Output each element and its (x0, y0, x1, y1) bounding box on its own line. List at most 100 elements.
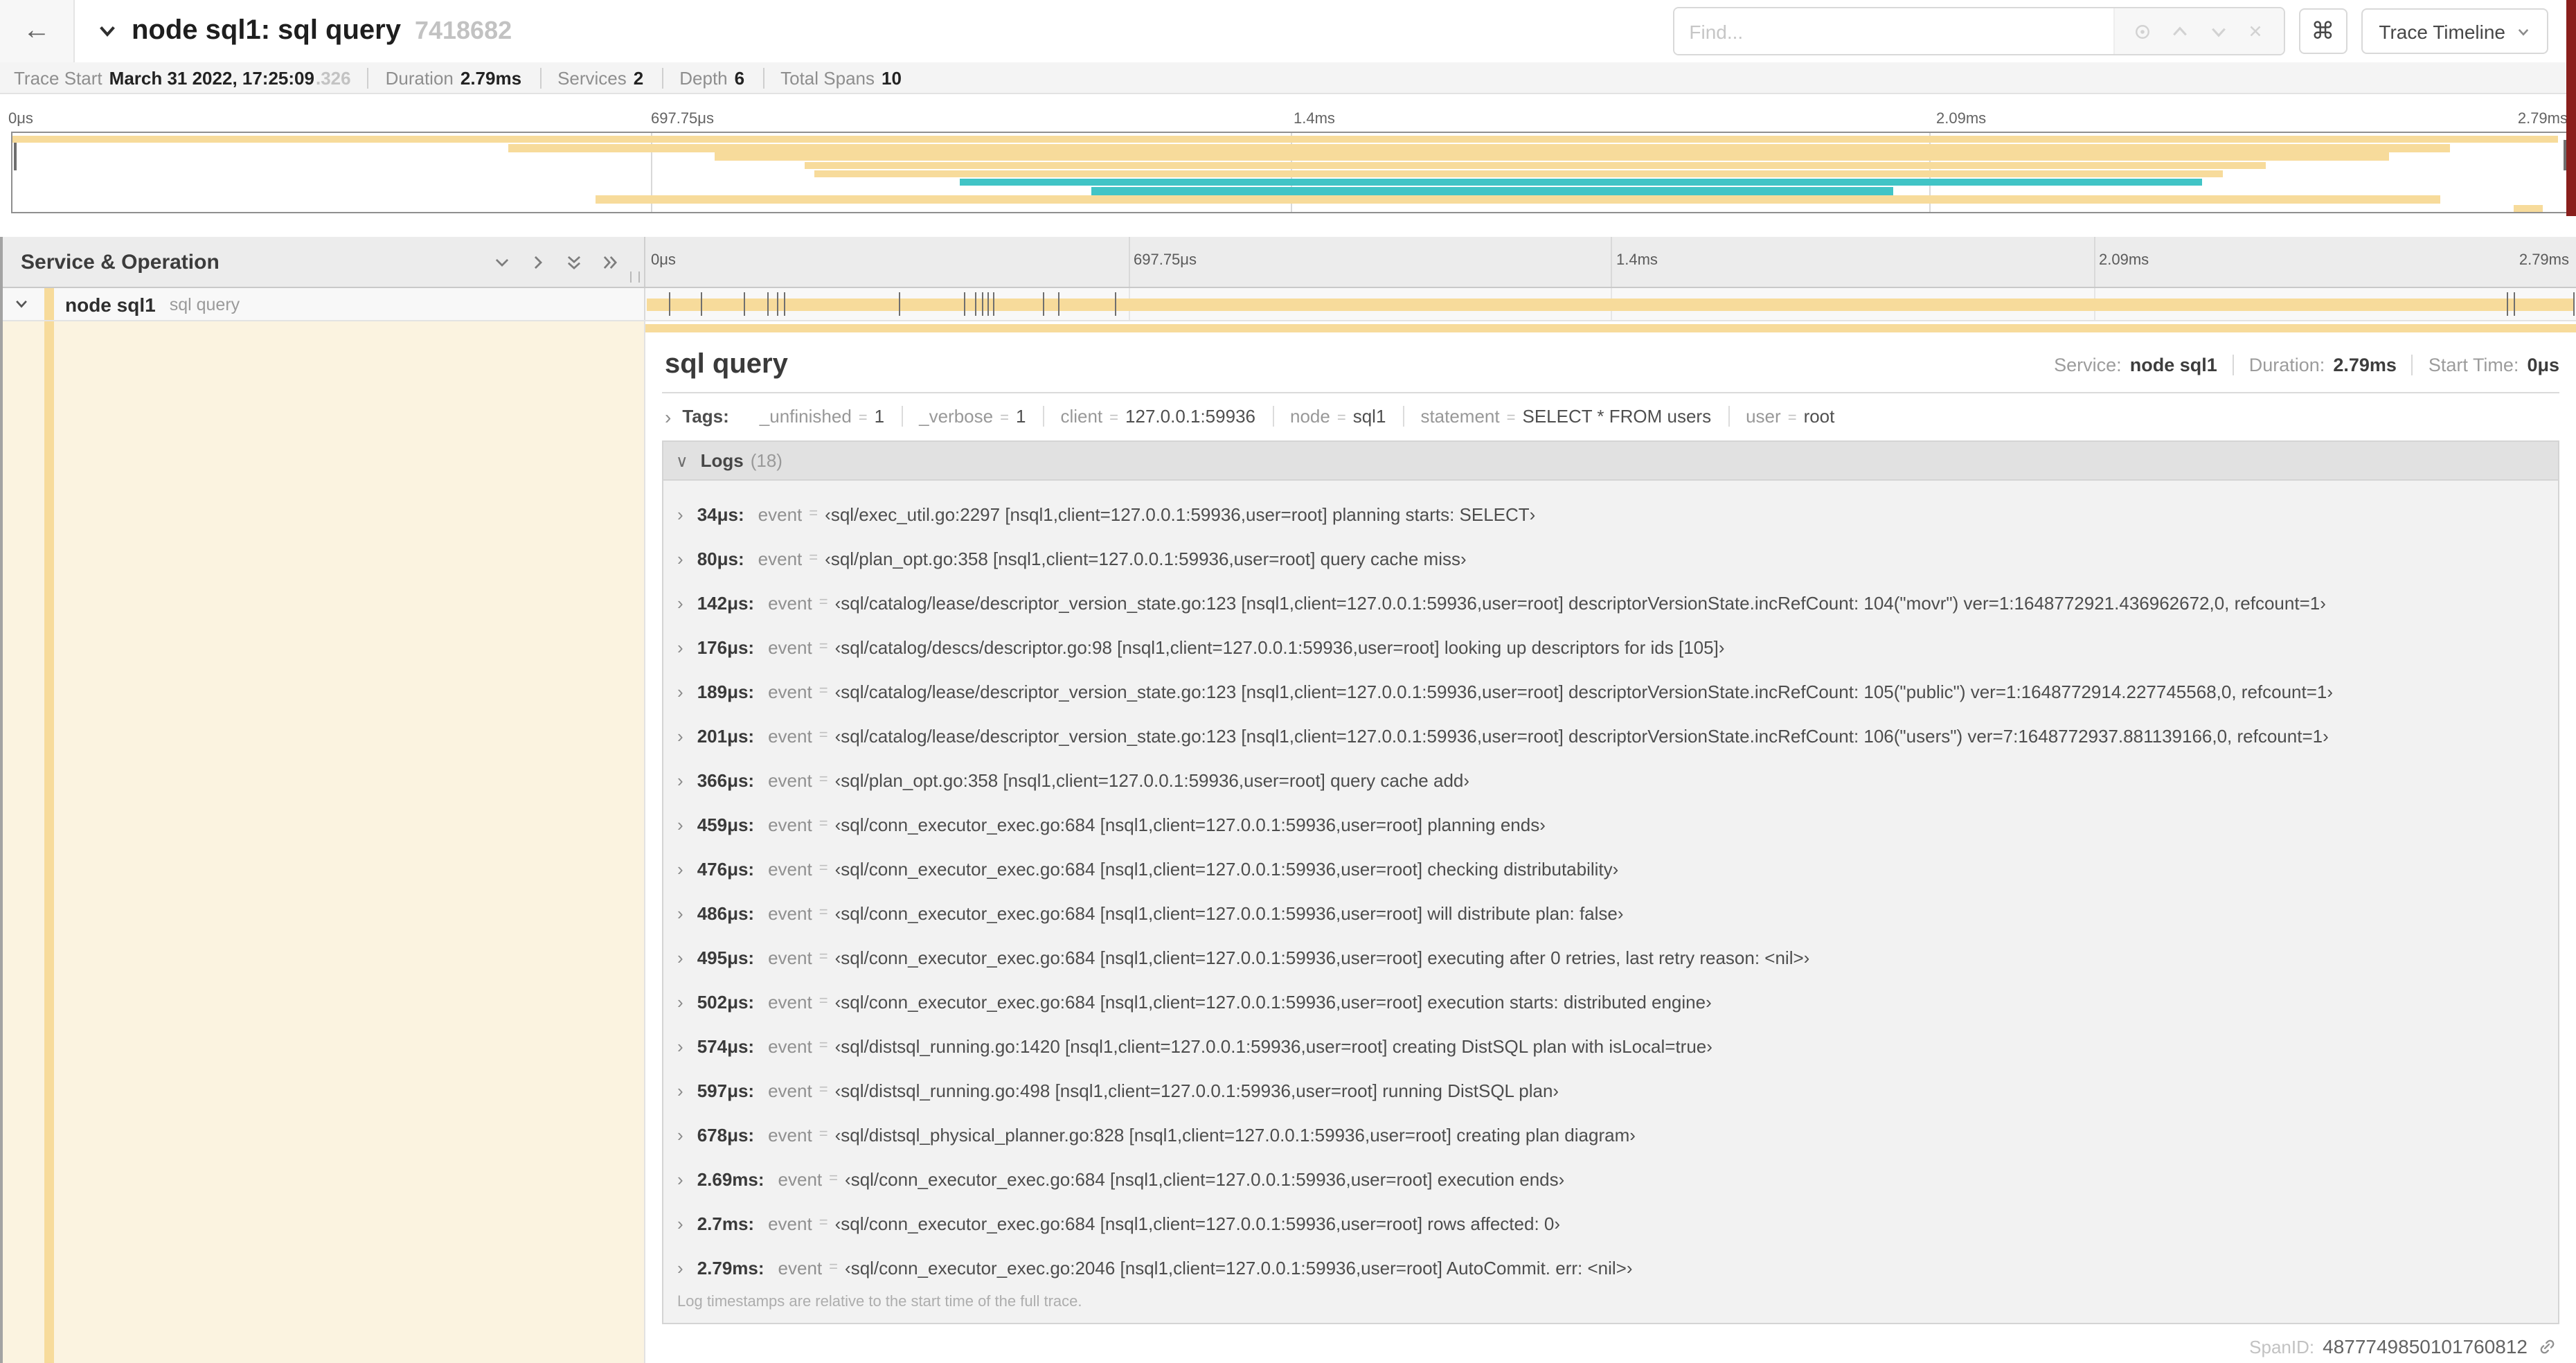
log-entry[interactable]: › 34μs: event = ‹sql/exec_util.go:2297 [… (663, 492, 2558, 536)
find-input[interactable] (1674, 8, 2113, 54)
log-marker-tick (1058, 292, 1060, 316)
log-entry[interactable]: › 142μs: event = ‹sql/catalog/lease/desc… (663, 580, 2558, 625)
minimap-scrubber-left[interactable] (14, 140, 17, 170)
log-entry[interactable]: › 678μs: event = ‹sql/distsql_physical_p… (663, 1112, 2558, 1157)
log-timestamp: 2.69ms: (697, 1168, 764, 1189)
span-collapse-chevron-icon[interactable] (14, 296, 29, 312)
log-timestamp: 495μs: (697, 947, 755, 968)
span-row-name-column[interactable]: node sql1 sql query (3, 288, 645, 320)
locate-icon[interactable] (2133, 21, 2152, 41)
log-entry[interactable]: › 201μs: event = ‹sql/catalog/lease/desc… (663, 713, 2558, 758)
log-field-value: ‹sql/plan_opt.go:358 [nsql1,client=127.0… (834, 769, 1470, 790)
log-timestamp: 34μs: (697, 504, 744, 524)
minimap-span-bar (595, 195, 2440, 204)
log-entry[interactable]: › 80μs: event = ‹sql/plan_opt.go:358 [ns… (663, 536, 2558, 580)
log-equals: = (829, 1259, 839, 1276)
span-row[interactable]: node sql1 sql query (3, 288, 2576, 321)
log-expand-chevron-icon: › (677, 725, 683, 746)
log-field-value: ‹sql/conn_executor_exec.go:684 [nsql1,cl… (834, 814, 1546, 835)
scrollbar-thumb[interactable] (2566, 0, 2576, 216)
summary-label: Depth (679, 67, 728, 88)
span-stat-label: Duration: (2248, 355, 2325, 375)
log-expand-chevron-icon: › (677, 592, 683, 613)
log-field-value: ‹sql/catalog/lease/descriptor_version_st… (834, 681, 2334, 702)
minimap-span-bar (814, 170, 2223, 178)
logs-header[interactable]: ∨ Logs (18) (663, 442, 2558, 481)
log-expand-chevron-icon: › (677, 1080, 683, 1101)
prev-result-icon[interactable] (2171, 21, 2190, 41)
tag-equals: = (1787, 410, 1797, 427)
tags-accordion[interactable]: › Tags: _unfinished = 1 _verbose = 1 cli… (662, 393, 2559, 436)
span-id-label: SpanID: (2249, 1336, 2315, 1357)
log-field-key: event (758, 548, 803, 569)
collapse-trace-chevron-icon[interactable] (97, 21, 118, 42)
log-entry[interactable]: › 502μs: event = ‹sql/conn_executor_exec… (663, 979, 2558, 1024)
top-bar: ← node sql1: sql query 7418682 Find... ⌘… (0, 0, 2576, 64)
log-field-key: event (768, 1035, 812, 1056)
span-row-bar-column[interactable] (645, 288, 2576, 320)
span-overview-stats: Service: node sql1 Duration: 2.79ms Star… (2054, 355, 2559, 375)
trace-title-group[interactable]: node sql1: sql query 7418682 (97, 15, 1672, 47)
log-field-key: event (758, 504, 803, 524)
log-entry[interactable]: › 597μs: event = ‹sql/distsql_running.go… (663, 1068, 2558, 1112)
log-marker-tick (981, 292, 983, 316)
log-field-value: ‹sql/catalog/lease/descriptor_version_st… (834, 592, 2326, 613)
detail-left-gutter (3, 321, 645, 1363)
span-tag: statement = SELECT * FROM users (1402, 406, 1728, 427)
deep-link-icon[interactable] (2537, 1337, 2557, 1356)
tag-key: statement (1420, 406, 1500, 427)
trace-view-select[interactable]: Trace Timeline (2361, 8, 2548, 54)
minimap-span-bar (1091, 187, 1893, 195)
minimap-span-bar (2514, 204, 2543, 212)
back-button[interactable]: ← (0, 0, 75, 62)
log-entry[interactable]: › 574μs: event = ‹sql/distsql_running.go… (663, 1024, 2558, 1068)
minimap-tick-label: 1.4ms (1294, 111, 1335, 127)
keyboard-shortcuts-button[interactable]: ⌘ (2298, 8, 2347, 54)
collapse-one-icon[interactable] (493, 253, 511, 271)
log-entry[interactable]: › 176μs: event = ‹sql/catalog/descs/desc… (663, 625, 2558, 669)
ruler-tick-label: 2.79ms (2519, 252, 2569, 269)
tag-equals: = (1336, 410, 1346, 427)
minimap-span-bar (715, 152, 2389, 161)
next-result-icon[interactable] (2209, 21, 2228, 41)
log-entry[interactable]: › 366μs: event = ‹sql/plan_opt.go:358 [n… (663, 758, 2558, 802)
log-entry[interactable]: › 459μs: event = ‹sql/conn_executor_exec… (663, 802, 2558, 846)
tag-key: node (1290, 406, 1330, 427)
log-timestamp: 459μs: (697, 814, 755, 835)
column-resizer-handle[interactable] (630, 271, 640, 283)
collapse-all-icon[interactable] (565, 253, 583, 271)
log-marker-tick (701, 292, 703, 316)
minimap-tick-label: 0μs (8, 111, 33, 127)
log-field-key: event (768, 725, 812, 746)
log-entry[interactable]: › 486μs: event = ‹sql/conn_executor_exec… (663, 891, 2558, 935)
tag-value: root (1803, 406, 1835, 427)
expand-one-icon[interactable] (529, 253, 547, 271)
log-field-value: ‹sql/plan_opt.go:358 [nsql1,client=127.0… (825, 548, 1467, 569)
log-entry[interactable]: › 2.79ms: event = ‹sql/conn_executor_exe… (663, 1245, 2558, 1290)
log-equals: = (819, 639, 828, 655)
log-timestamp: 486μs: (697, 902, 755, 923)
log-field-value: ‹sql/distsql_running.go:1420 [nsql1,clie… (834, 1035, 1712, 1056)
summary-value: 2.79ms (460, 67, 522, 88)
summary-item: Total Spans 10 (762, 67, 903, 88)
span-tag: _unfinished = 1 (743, 406, 901, 427)
tag-equals: = (1109, 410, 1119, 427)
expand-all-icon[interactable] (601, 253, 619, 271)
log-expand-chevron-icon: › (677, 902, 683, 923)
log-marker-tick (784, 292, 786, 316)
minimap-canvas[interactable] (11, 132, 2569, 213)
log-entry[interactable]: › 476μs: event = ‹sql/conn_executor_exec… (663, 846, 2558, 891)
log-entry[interactable]: › 2.69ms: event = ‹sql/conn_executor_exe… (663, 1157, 2558, 1201)
log-field-key: event (768, 1213, 812, 1233)
clear-find-icon[interactable] (2247, 22, 2265, 40)
log-entry[interactable]: › 189μs: event = ‹sql/catalog/lease/desc… (663, 669, 2558, 713)
tag-key: client (1060, 406, 1103, 427)
log-timestamp: 201μs: (697, 725, 755, 746)
minimap-span-bar (508, 144, 2451, 152)
span-color-accent-line (44, 321, 54, 1363)
log-marker-tick (987, 292, 989, 316)
log-entry[interactable]: › 2.7ms: event = ‹sql/conn_executor_exec… (663, 1201, 2558, 1245)
log-entry[interactable]: › 495μs: event = ‹sql/conn_executor_exec… (663, 935, 2558, 979)
log-marker-tick (2506, 292, 2508, 316)
log-marker-tick (776, 292, 778, 316)
